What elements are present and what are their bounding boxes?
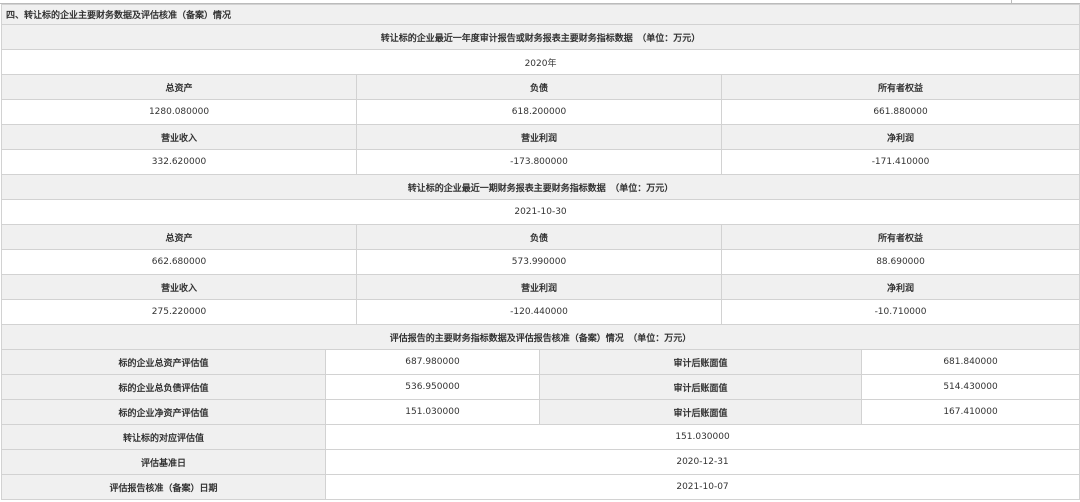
interim-period: 2021-10-30 [0,199,1080,225]
eval-label-book-value-assets: 审计后账面值 [539,349,862,375]
eval-label-book-value-net: 审计后账面值 [539,399,862,425]
annual-label-equity: 所有者权益 [720,74,1080,100]
eval-label-net-assets: 标的企业净资产评估值 [1,399,326,425]
annual-label-total-assets: 总资产 [1,74,357,100]
interim-label-liabilities: 负债 [356,224,722,250]
interim-label-operating-profit: 营业利润 [356,274,722,300]
annual-value-equity: 661.880000 [720,99,1080,125]
border-tick [1011,0,1012,3]
annual-caption: 转让标的企业最近一年度审计报告或财务报表主要财务指标数据 （单位：万元） [0,24,1080,50]
interim-value-operating-profit: -120.440000 [356,299,722,325]
top-border [0,0,1080,4]
eval-value-total-assets: 687.980000 [325,349,540,375]
interim-label-net-profit: 净利润 [720,274,1080,300]
interim-value-revenue: 275.220000 [1,299,357,325]
transfer-value: 151.030000 [324,424,1080,450]
interim-value-total-assets: 662.680000 [1,249,357,275]
base-date-label: 评估基准日 [1,449,326,475]
eval-label-total-assets: 标的企业总资产评估值 [1,349,326,375]
eval-label-total-liabilities: 标的企业总负债评估值 [1,374,326,400]
financial-data-table: 四、转让标的企业主要财务数据及评估核准（备案）情况 转让标的企业最近一年度审计报… [0,4,1080,500]
eval-book-value-assets: 681.840000 [860,349,1080,375]
approval-date-label: 评估报告核准（备案）日期 [1,474,326,500]
annual-label-operating-profit: 营业利润 [356,124,722,150]
interim-label-equity: 所有者权益 [720,224,1080,250]
transfer-value-label: 转让标的对应评估值 [1,424,326,450]
base-date: 2020-12-31 [324,449,1080,475]
eval-book-value-liabilities: 514.430000 [860,374,1080,400]
section-title: 四、转让标的企业主要财务数据及评估核准（备案）情况 [0,4,1080,25]
annual-value-total-assets: 1280.080000 [1,99,357,125]
annual-period: 2020年 [0,49,1080,75]
annual-value-revenue: 332.620000 [1,149,357,175]
interim-caption: 转让标的企业最近一期财务报表主要财务指标数据 （单位：万元） [0,174,1080,200]
interim-value-equity: 88.690000 [720,249,1080,275]
annual-value-net-profit: -171.410000 [720,149,1080,175]
interim-label-revenue: 营业收入 [1,274,357,300]
annual-label-net-profit: 净利润 [720,124,1080,150]
approval-date: 2021-10-07 [324,474,1080,500]
interim-value-liabilities: 573.990000 [356,249,722,275]
annual-label-revenue: 营业收入 [1,124,357,150]
annual-label-liabilities: 负债 [356,74,722,100]
eval-value-total-liabilities: 536.950000 [325,374,540,400]
annual-value-operating-profit: -173.800000 [356,149,722,175]
interim-label-total-assets: 总资产 [1,224,357,250]
evaluation-caption: 评估报告的主要财务指标数据及评估报告核准（备案）情况 （单位：万元） [0,324,1080,350]
annual-value-liabilities: 618.200000 [356,99,722,125]
interim-value-net-profit: -10.710000 [720,299,1080,325]
eval-label-book-value-liabilities: 审计后账面值 [539,374,862,400]
financial-data-panel: 四、转让标的企业主要财务数据及评估核准（备案）情况 转让标的企业最近一年度审计报… [0,0,1080,502]
eval-value-net-assets: 151.030000 [325,399,540,425]
eval-book-value-net: 167.410000 [860,399,1080,425]
